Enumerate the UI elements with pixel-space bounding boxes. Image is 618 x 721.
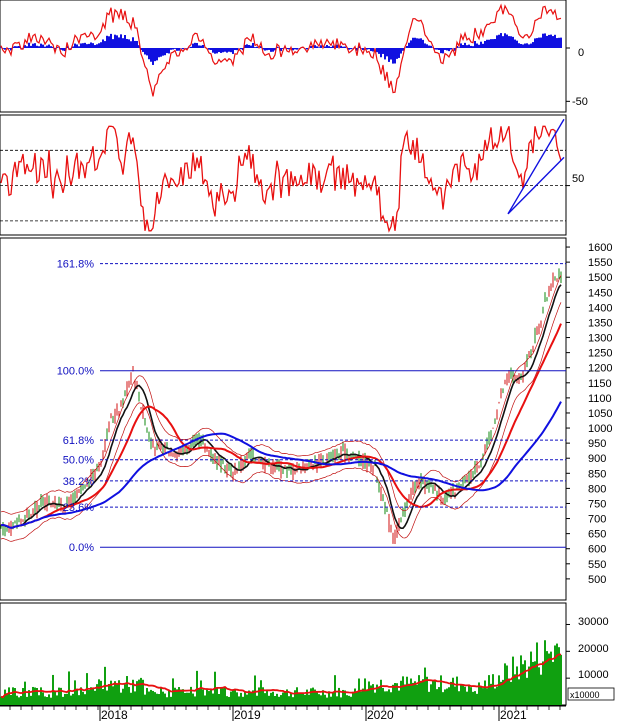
fibonacci-label: 23.6%	[63, 502, 94, 514]
fibonacci-label: 100.0%	[57, 366, 95, 378]
price-tick-label: 1600	[588, 242, 612, 254]
fibonacci-label: 0.0%	[69, 542, 94, 554]
x-axis-label-2019: 2019	[234, 708, 261, 721]
price-tick-label: 1450	[588, 287, 612, 299]
price-tick-label: 1250	[588, 348, 612, 360]
price-tick-label: 1150	[588, 378, 612, 390]
fibonacci-label: 61.8%	[63, 435, 94, 447]
rsi-tick-label: 50	[572, 173, 584, 185]
price-tick-label: 800	[588, 483, 606, 495]
price-tick-label: 1050	[588, 408, 612, 420]
x-axis-label-2020: 2020	[367, 708, 394, 721]
price-tick-label: 950	[588, 438, 606, 450]
price-tick-label: 700	[588, 514, 606, 526]
x-axis: 2018 2019 2020 2021	[0, 705, 566, 721]
volume-panel: 30000 20000 10000 x10000	[0, 602, 615, 706]
fibonacci-label: 50.0%	[63, 455, 94, 467]
price-tick-label: 1500	[588, 272, 612, 284]
oscillator-panel: 0 -50	[0, 0, 588, 113]
price-tick-label: 1300	[588, 333, 612, 345]
price-tick-label: 1200	[588, 363, 612, 375]
oscillator-tick-label: -50	[572, 96, 588, 108]
fibonacci-label: 38.2%	[63, 476, 94, 488]
price-tick-label: 1550	[588, 257, 612, 269]
stock-chart: 0 -50 50 1600 1550 1500 1450 1400 1350 1300 125…	[0, 0, 615, 721]
price-tick-label: 1000	[588, 423, 612, 435]
price-tick-label: 650	[588, 529, 606, 541]
price-tick-label: 600	[588, 544, 606, 556]
price-panel: 1600 1550 1500 1450 1400 1350 1300 1250 1200 1150…	[0, 237, 612, 601]
price-tick-label: 850	[588, 468, 606, 480]
price-tick-label: 550	[588, 559, 606, 571]
x-axis-label-2021: 2021	[500, 708, 527, 721]
rsi-panel: 50	[0, 114, 584, 236]
x-axis-label-2018: 2018	[101, 708, 128, 721]
volume-tick-label: 30000	[578, 616, 609, 628]
oscillator-frame	[0, 0, 567, 113]
price-tick-label: 750	[588, 498, 606, 510]
price-tick-label: 900	[588, 453, 606, 465]
volume-tick-label: 20000	[578, 643, 609, 655]
price-tick-label: 500	[588, 574, 606, 586]
oscillator-tick-label: 0	[578, 47, 584, 59]
price-tick-label: 1350	[588, 317, 612, 329]
volume-unit-label: x10000	[570, 690, 600, 700]
price-tick-label: 1400	[588, 302, 612, 314]
price-tick-label: 1100	[588, 393, 612, 405]
fibonacci-label: 161.8%	[57, 259, 95, 271]
volume-tick-label: 10000	[578, 669, 609, 681]
